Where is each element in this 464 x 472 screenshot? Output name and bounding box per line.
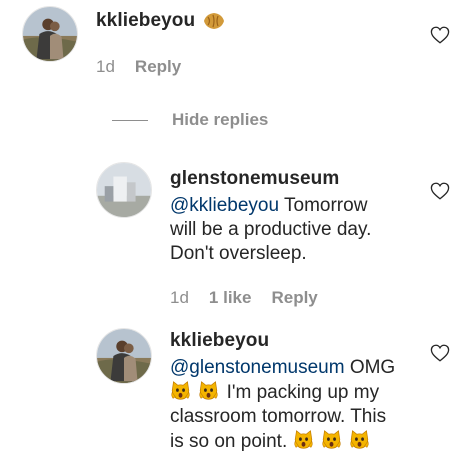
reply-text-line: I'm packing up my: [226, 382, 380, 403]
reply-button[interactable]: Reply: [135, 57, 181, 77]
avatar[interactable]: [96, 328, 152, 384]
weary-cat-face-icon: [198, 380, 219, 401]
reply-text: @glenstonemuseum OMG I'm packing up my c…: [170, 356, 430, 454]
likes-count[interactable]: 1 like: [209, 288, 252, 308]
reply-button[interactable]: Reply: [271, 288, 317, 308]
reply-text-line: is so on point.: [170, 431, 293, 452]
reply-username[interactable]: glenstonemuseum: [170, 168, 339, 190]
reply-text-line: OMG: [344, 357, 396, 378]
weary-cat-face-icon: [293, 429, 314, 450]
comment-username[interactable]: kkliebeyou: [96, 10, 195, 32]
comment-age: 1d: [96, 57, 115, 76]
hide-replies-label: Hide replies: [172, 110, 269, 129]
reply-text-line: Don't oversleep.: [170, 243, 307, 264]
croissant-icon: [202, 11, 226, 31]
weary-cat-face-icon: [349, 429, 370, 450]
reply-username[interactable]: kkliebeyou: [170, 330, 269, 352]
weary-cat-face-icon: [170, 380, 191, 401]
reply-text: @kkliebeyou Tomorrow will be a productiv…: [170, 194, 420, 266]
like-heart-icon[interactable]: [430, 26, 450, 44]
divider-line: [112, 119, 148, 121]
reply-age: 1d: [170, 288, 189, 307]
mention-link[interactable]: @glenstonemuseum: [170, 357, 345, 378]
like-heart-icon[interactable]: [430, 344, 450, 362]
reply-text-line: Tomorrow: [279, 195, 368, 216]
reply-text-line: will be a productive day.: [170, 219, 372, 240]
mention-link[interactable]: @kkliebeyou: [170, 195, 279, 216]
comment-meta: 1d Reply: [96, 57, 181, 77]
reply-meta: 1d 1 like Reply: [170, 288, 318, 308]
weary-cat-face-icon: [321, 429, 342, 450]
reply-text-line: classroom tomorrow. This: [170, 406, 387, 427]
avatar[interactable]: [22, 6, 78, 62]
like-heart-icon[interactable]: [430, 182, 450, 200]
hide-replies-button[interactable]: Hide replies: [112, 110, 268, 130]
avatar[interactable]: [96, 162, 152, 218]
